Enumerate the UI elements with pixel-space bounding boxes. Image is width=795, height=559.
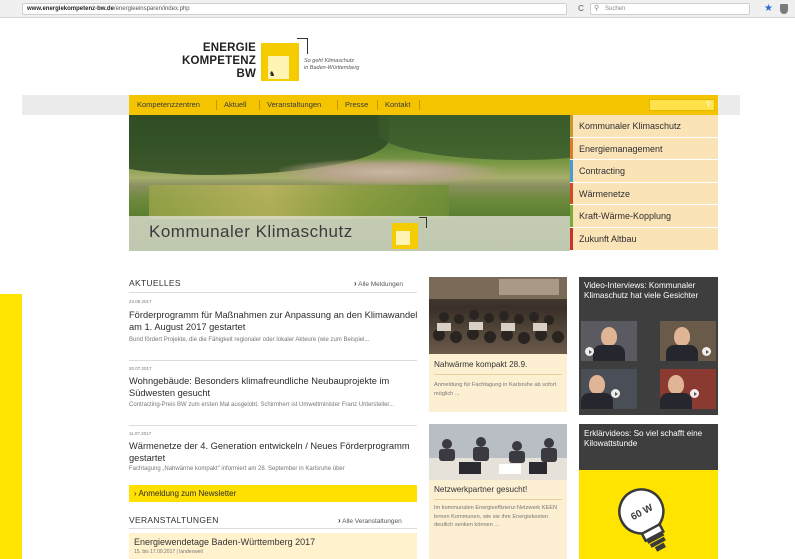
explainer-panel-title[interactable]: Erklärvideos: So viel schafft eine Kilow… <box>584 429 714 449</box>
explainer-videos-panel[interactable]: Erklärvideos: So viel schafft eine Kilow… <box>579 424 718 559</box>
event-title[interactable]: Energiewendetage Baden-Württemberg 2017 <box>134 537 315 548</box>
news-date: 11.07.2017 <box>129 431 152 436</box>
nav-item-veranstaltungen[interactable]: Veranstaltungen <box>267 95 321 115</box>
teaser-card[interactable]: Netzwerkpartner gesucht! Im kommunalen E… <box>429 424 567 559</box>
card-teaser: Im kommunalen Energieeffizienz-Netzwerk … <box>434 505 558 528</box>
hero-title: Kommunaler Klimaschutz <box>149 222 353 241</box>
reload-icon[interactable]: C <box>574 3 588 15</box>
hero-banner: Kommunaler Klimaschutz <box>129 115 570 251</box>
topic-zukunft-altbau[interactable]: Zukunft Altbau <box>570 228 718 251</box>
site-logo-text[interactable]: ENERGIE KOMPETENZ BW <box>180 42 256 81</box>
video-thumbnail[interactable] <box>660 369 716 409</box>
topic-energiemanagement[interactable]: Energiemanagement <box>570 137 718 161</box>
browser-toolbar: www.energiekompetenz-bw.de/energieeinspa… <box>0 0 795 18</box>
veranstaltungen-heading: VERANSTALTUNGEN <box>129 515 219 525</box>
nav-item-kompetenzzentren[interactable]: Kompetenzzentren <box>137 95 200 115</box>
shield-icon[interactable] <box>780 4 788 14</box>
card-title[interactable]: Nahwärme kompakt 28.9. <box>434 360 527 369</box>
conference-audience-image[interactable] <box>429 277 567 354</box>
nav-item-aktuell[interactable]: Aktuell <box>224 95 247 115</box>
topic-kraft-waerme-kopplung[interactable]: Kraft-Wärme-Kopplung <box>570 205 718 228</box>
play-icon <box>690 389 699 398</box>
video-panel-title[interactable]: Video-Interviews: Kommunaler Klimaschutz… <box>584 281 714 301</box>
search-icon[interactable]: ⚲ <box>706 101 711 108</box>
light-bulb-icon: 60 W <box>618 488 666 552</box>
topic-contracting[interactable]: Contracting <box>570 160 718 183</box>
yellow-side-block <box>0 294 22 559</box>
topic-kommunaler-klimaschutz[interactable]: Kommunaler Klimaschutz <box>570 115 718 138</box>
newsletter-signup-button[interactable]: › Anmeldung zum Newsletter <box>129 485 417 502</box>
video-interviews-panel[interactable]: Video-Interviews: Kommunaler Klimaschutz… <box>579 277 718 415</box>
topic-menu: Kommunaler Klimaschutz Energiemanagement… <box>570 115 718 251</box>
bookmark-star-icon[interactable]: ★ <box>764 2 773 16</box>
play-icon <box>702 347 711 356</box>
lion-icon: ♞ <box>269 71 276 78</box>
nav-item-kontakt[interactable]: Kontakt <box>385 95 410 115</box>
news-title-link[interactable]: Wohngebäude: Besonders klimafreundliche … <box>129 375 419 399</box>
news-date: 22.08.2017 <box>129 299 152 304</box>
search-icon: ⚲ <box>594 5 600 12</box>
play-icon <box>611 389 620 398</box>
video-thumbnail[interactable] <box>581 369 637 409</box>
meeting-image[interactable] <box>429 424 567 480</box>
play-icon <box>585 347 594 356</box>
hero-village-image <box>279 159 499 185</box>
event-item[interactable]: Energiewendetage Baden-Württemberg 2017 … <box>129 533 417 559</box>
all-news-link[interactable]: › Alle Meldungen <box>354 279 403 288</box>
news-teaser: Bund fördert Projekte, die die Fähigkeit… <box>129 337 370 343</box>
news-teaser: Fachtagung „Nahwärme kompakt“ informiert… <box>129 466 345 472</box>
all-events-link[interactable]: › Alle Veranstaltungen <box>338 516 402 525</box>
topic-waermenetze[interactable]: Wärmenetze <box>570 182 718 206</box>
teaser-card[interactable]: Nahwärme kompakt 28.9. Anmeldung für Fac… <box>429 277 567 412</box>
card-teaser: Anmeldung für Fachtagung in Karlsruhe ab… <box>434 382 557 397</box>
hero-logo-square <box>392 223 418 249</box>
news-teaser: Contracting-Preis BW zum ersten Mal ausg… <box>129 402 395 408</box>
site-search-input[interactable]: ⚲ <box>649 99 715 111</box>
address-bar[interactable]: www.energiekompetenz-bw.de/energieeinspa… <box>22 3 567 15</box>
browser-search-field[interactable]: ⚲ Suchen <box>590 3 750 15</box>
main-navigation: Kompetenzzentren Aktuell Veranstaltungen… <box>129 95 718 115</box>
news-title-link[interactable]: Wärmenetze der 4. Generation entwickeln … <box>129 440 419 464</box>
site-tagline: So geht Klimaschutz in Baden-Württemberg <box>304 58 360 71</box>
news-date: 20.07.2017 <box>129 366 152 371</box>
video-thumbnail[interactable] <box>660 321 716 361</box>
video-thumbnail[interactable] <box>581 321 637 361</box>
event-date: 15. bis 17.09.2017 | landesweit <box>134 549 203 555</box>
aktuelles-heading: AKTUELLES <box>129 278 181 288</box>
nav-item-presse[interactable]: Presse <box>345 95 368 115</box>
card-title[interactable]: Netzwerkpartner gesucht! <box>434 485 527 494</box>
news-title-link[interactable]: Förderprogramm für Maßnahmen zur Anpassu… <box>129 309 419 333</box>
